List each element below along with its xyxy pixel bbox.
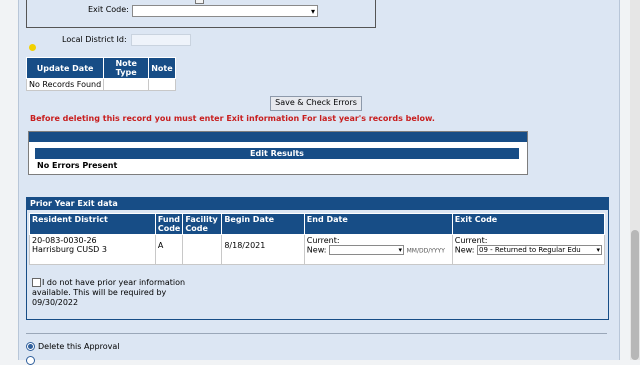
vertical-scrollbar[interactable] — [630, 0, 640, 360]
no-prior-info-option: I do not have prior year information ava… — [32, 278, 212, 308]
section-divider — [26, 333, 607, 334]
edit-results-band — [29, 132, 527, 142]
delete-approval-radio[interactable] — [26, 342, 35, 351]
note-type-header: Note Type — [103, 57, 150, 79]
mouse-cursor-highlight — [29, 44, 36, 51]
facility-code-cell — [182, 234, 223, 265]
table-cell — [148, 78, 176, 91]
edit-results-panel: Edit Results No Errors Present — [28, 131, 528, 175]
table-cell — [103, 78, 150, 91]
chevron-down-icon: ▾ — [310, 7, 315, 16]
exit-code-new-value: 09 - Returned to Regular Edu — [479, 246, 581, 254]
exit-code-header: Exit Code — [451, 213, 606, 235]
no-prior-info-checkbox[interactable] — [32, 278, 41, 287]
facility-code-header: Facility Code — [182, 213, 223, 235]
delete-approval-label: Delete this Approval — [38, 342, 120, 351]
delete-approval-option[interactable]: Delete this Approval — [26, 342, 119, 351]
prior-year-title: Prior Year Exit data — [27, 198, 608, 210]
note-header: Note — [148, 57, 176, 79]
begin-date-header: Begin Date — [221, 213, 305, 235]
scrollbar-thumb[interactable] — [631, 230, 639, 360]
update-notes-table: Update Date Note Type Note No Records Fo… — [25, 57, 176, 91]
partial-checkbox[interactable] — [195, 0, 204, 4]
local-district-id-label: Local District Id: — [62, 35, 127, 44]
exit-code-new-select[interactable]: 09 - Returned to Regular Edu ▾ — [477, 245, 602, 255]
resident-district-header: Resident District — [29, 213, 156, 235]
resident-district-cell: 20-083-0030-26 Harrisburg CUSD 3 — [29, 234, 156, 265]
second-option-radio[interactable] — [26, 356, 35, 365]
end-current-label: Current: — [306, 236, 340, 245]
date-format-hint: MM/DD/YYYY — [406, 247, 445, 255]
end-date-cell: Current: New: ▾ MM/DD/YYYY — [303, 234, 453, 265]
update-date-header: Update Date — [25, 57, 105, 79]
local-district-id-input[interactable] — [131, 34, 191, 46]
district-id: 20-083-0030-26 — [32, 236, 97, 245]
save-check-errors-button[interactable]: Save & Check Errors — [270, 96, 362, 111]
no-prior-info-label: I do not have prior year information ava… — [32, 278, 186, 307]
exit-new-label: New: — [454, 245, 475, 255]
empty-records-cell: No Records Found — [25, 78, 105, 91]
edit-results-message: No Errors Present — [37, 161, 118, 170]
delete-warning-text: Before deleting this record you must ent… — [30, 114, 435, 123]
chevron-down-icon: ▾ — [596, 246, 600, 254]
radio-selected-dot — [28, 344, 33, 349]
end-new-label: New: — [306, 245, 327, 255]
exit-code-select[interactable]: ▾ — [132, 5, 318, 17]
district-name: Harrisburg CUSD 3 — [32, 245, 107, 254]
exit-code-cell: Current: New: 09 - Returned to Regular E… — [451, 234, 606, 265]
fund-code-header: Fund Code — [154, 213, 184, 235]
fund-code-cell: A — [154, 234, 184, 265]
end-date-new-input[interactable]: ▾ — [329, 245, 405, 255]
exit-current-label: Current: — [454, 236, 488, 245]
prior-year-table: Resident District Fund Code Facility Cod… — [29, 213, 606, 265]
begin-date-cell: 8/18/2021 — [221, 234, 305, 265]
exit-code-label: Exit Code: — [88, 5, 129, 14]
edit-results-header: Edit Results — [35, 148, 519, 159]
end-date-header: End Date — [303, 213, 453, 235]
chevron-down-icon: ▾ — [398, 246, 403, 254]
table-row: 20-083-0030-26 Harrisburg CUSD 3 A 8/18/… — [29, 234, 606, 265]
